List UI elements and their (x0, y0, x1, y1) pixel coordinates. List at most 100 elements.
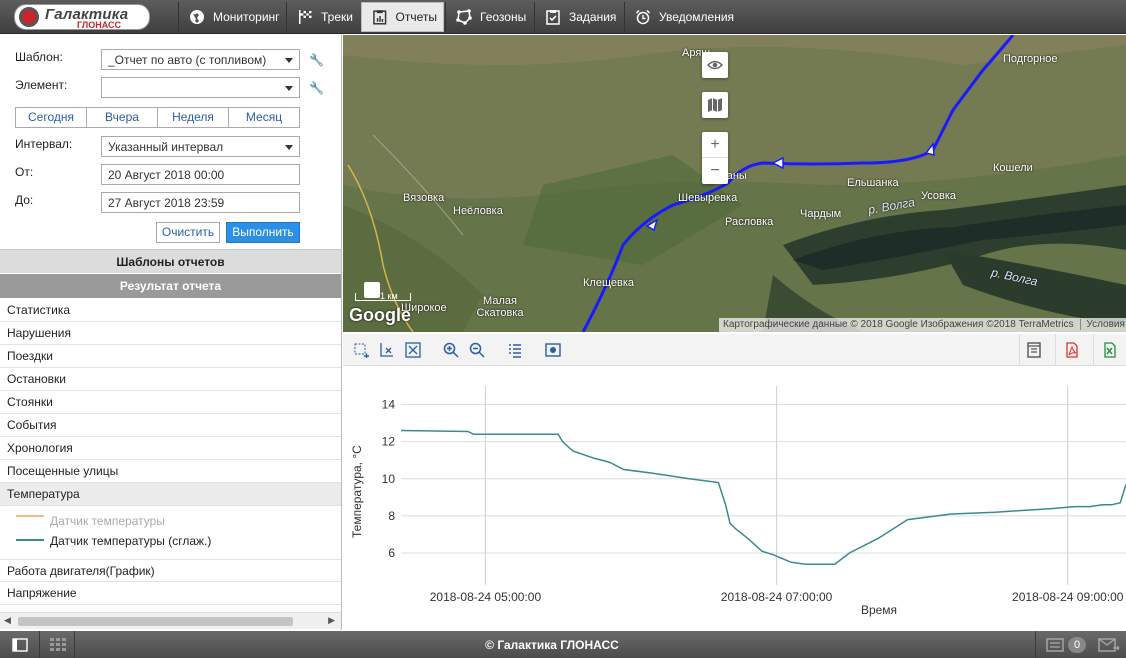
x-tick-label: 2018-08-24 07:00:00 (721, 590, 833, 604)
report-result-header[interactable]: Результат отчета (0, 274, 341, 298)
document-icon[interactable] (1026, 342, 1042, 358)
legend-swatch-smoothed (16, 539, 44, 541)
report-panel: Шаблон: _Отчет по авто (с топливом) 🔧 Эл… (0, 35, 342, 630)
fit-all-icon[interactable] (405, 342, 421, 358)
list-icon[interactable] (507, 342, 523, 358)
element-label: Элемент: (15, 78, 68, 92)
mail-icon[interactable] (1098, 638, 1120, 652)
report-item-parkings[interactable]: Стоянки (0, 391, 341, 414)
template-select[interactable]: _Отчет по авто (с топливом) (101, 49, 300, 70)
template-label: Шаблон: (15, 50, 63, 64)
period-yesterday-button[interactable]: Вчера (87, 108, 158, 127)
nav-label: Задания (569, 10, 617, 24)
wrench-icon[interactable]: 🔧 (309, 81, 324, 95)
from-date-input[interactable]: 20 Август 2018 00:00 (101, 164, 300, 185)
attribution-text: Картографические данные © 2018 Google Из… (723, 319, 1074, 330)
y-tick-label: 10 (382, 472, 396, 486)
top-navigation-bar: Галактика ГЛОНАСС Мониторинг Треки Отчет… (0, 0, 1126, 34)
nav-tasks[interactable]: Задания (534, 2, 623, 32)
app-logo[interactable]: Галактика ГЛОНАСС (14, 4, 150, 30)
report-templates-header[interactable]: Шаблоны отчетов (0, 249, 341, 273)
google-logo: Google (349, 305, 411, 325)
zoom-out-icon[interactable] (469, 342, 485, 358)
zoom-out-icon[interactable]: − (702, 158, 728, 184)
legend-label-smoothed[interactable]: Датчик температуры (сглаж.) (50, 534, 211, 548)
excel-export-icon[interactable] (1102, 342, 1118, 358)
wrench-icon[interactable]: 🔧 (309, 53, 324, 67)
period-month-button[interactable]: Месяц (229, 108, 299, 127)
map-place-label: Шевыревка (678, 192, 738, 204)
series-group (400, 429, 1126, 565)
to-label: До: (15, 193, 34, 207)
x-tick-label: 2018-08-24 09:00:00 (1012, 590, 1124, 604)
route-track (581, 35, 1015, 332)
divider (1035, 631, 1036, 658)
map-layer-button[interactable] (702, 92, 728, 118)
terms-link[interactable]: Условия (1080, 319, 1125, 330)
report-item-chronology[interactable]: Хронология (0, 437, 341, 460)
report-item-statistics[interactable]: Статистика (0, 299, 341, 322)
y-tick-label: 12 (382, 435, 396, 449)
report-item-violations[interactable]: Нарушения (0, 322, 341, 345)
clear-button[interactable]: Очистить (156, 222, 220, 243)
divider (1093, 334, 1094, 366)
x-axis-label: Время (861, 603, 897, 617)
map-place-label: Кошели (993, 162, 1033, 174)
nav-label: Отчеты (395, 10, 437, 24)
map-place-label: Вязовка (403, 192, 445, 204)
report-item-voltage[interactable]: Напряжение (0, 582, 341, 605)
nav-monitoring[interactable]: Мониторинг (178, 2, 286, 32)
temperature-chart[interactable]: 6 8 10 12 14 2018-08-24 05:00:00 2018-08-24 0… (343, 366, 1126, 630)
nav-geofences[interactable]: Геозоны (445, 2, 533, 32)
period-week-button[interactable]: Неделя (158, 108, 229, 127)
x-tick-label: 2018-08-24 05:00:00 (430, 590, 542, 604)
nav-reports[interactable]: Отчеты (361, 2, 444, 32)
legend-label-raw[interactable]: Датчик температуры (50, 514, 165, 528)
from-date-value: 20 Август 2018 00:00 (108, 168, 225, 182)
report-item-events[interactable]: События (0, 414, 341, 437)
horizontal-scrollbar[interactable]: ◀ ▶ (0, 612, 341, 629)
zoom-in-icon[interactable]: + (702, 132, 728, 158)
divider (1019, 334, 1020, 366)
snapshot-icon[interactable] (545, 342, 561, 358)
period-today-button[interactable]: Сегодня (16, 108, 87, 127)
alarm-clock-icon (635, 9, 651, 25)
zoom-x-icon[interactable] (378, 342, 394, 358)
globe-icon (190, 10, 204, 24)
scrollbar-thumb[interactable] (18, 617, 293, 626)
nav-tracks[interactable]: Треки (286, 2, 360, 32)
y-tick-label: 8 (388, 509, 395, 523)
from-label: От: (15, 165, 34, 179)
nav-label: Треки (321, 10, 353, 24)
run-button[interactable]: Выполнить (226, 222, 300, 243)
report-item-engine-chart[interactable]: Работа двигателя(График) (0, 559, 341, 582)
interval-select[interactable]: Указанный интервал (101, 136, 300, 157)
select-zoom-icon[interactable] (353, 342, 369, 358)
map-place-label: Подгорное (1003, 53, 1058, 65)
task-icon (546, 10, 560, 25)
zoom-in-icon[interactable] (443, 342, 459, 358)
report-icon (373, 10, 387, 25)
scroll-left-icon[interactable]: ◀ (4, 615, 11, 626)
map-place-label: Усовка (921, 190, 957, 202)
to-date-input[interactable]: 27 Август 2018 23:59 (101, 192, 300, 213)
report-item-temperature[interactable]: Температура (0, 483, 341, 506)
report-item-stops[interactable]: Остановки (0, 368, 341, 391)
nav-notifications[interactable]: Уведомления (624, 2, 744, 32)
map-place-label: Неёловка (453, 205, 503, 217)
map-place-label: Малая Скатовка (476, 295, 524, 319)
element-select[interactable] (101, 77, 300, 98)
report-item-trips[interactable]: Поездки (0, 345, 341, 368)
chart-grid (401, 386, 1126, 585)
messages-icon[interactable] (1046, 638, 1064, 652)
logo-emblem-icon (19, 7, 39, 27)
visibility-button[interactable] (702, 52, 728, 78)
scroll-right-icon[interactable]: ▶ (328, 615, 335, 626)
x-axis: 2018-08-24 05:00:00 2018-08-24 07:00:00 20… (430, 590, 1124, 604)
report-item-visited-streets[interactable]: Посещенные улицы (0, 460, 341, 483)
template-value: _Отчет по авто (с топливом) (108, 53, 267, 67)
scale-label: 1 км (380, 291, 398, 301)
nav-label: Геозоны (480, 10, 527, 24)
map-view[interactable]: Аряш Подгорное Тарханы Кошели Ельшанка У… (343, 35, 1126, 332)
pdf-export-icon[interactable] (1064, 342, 1080, 358)
